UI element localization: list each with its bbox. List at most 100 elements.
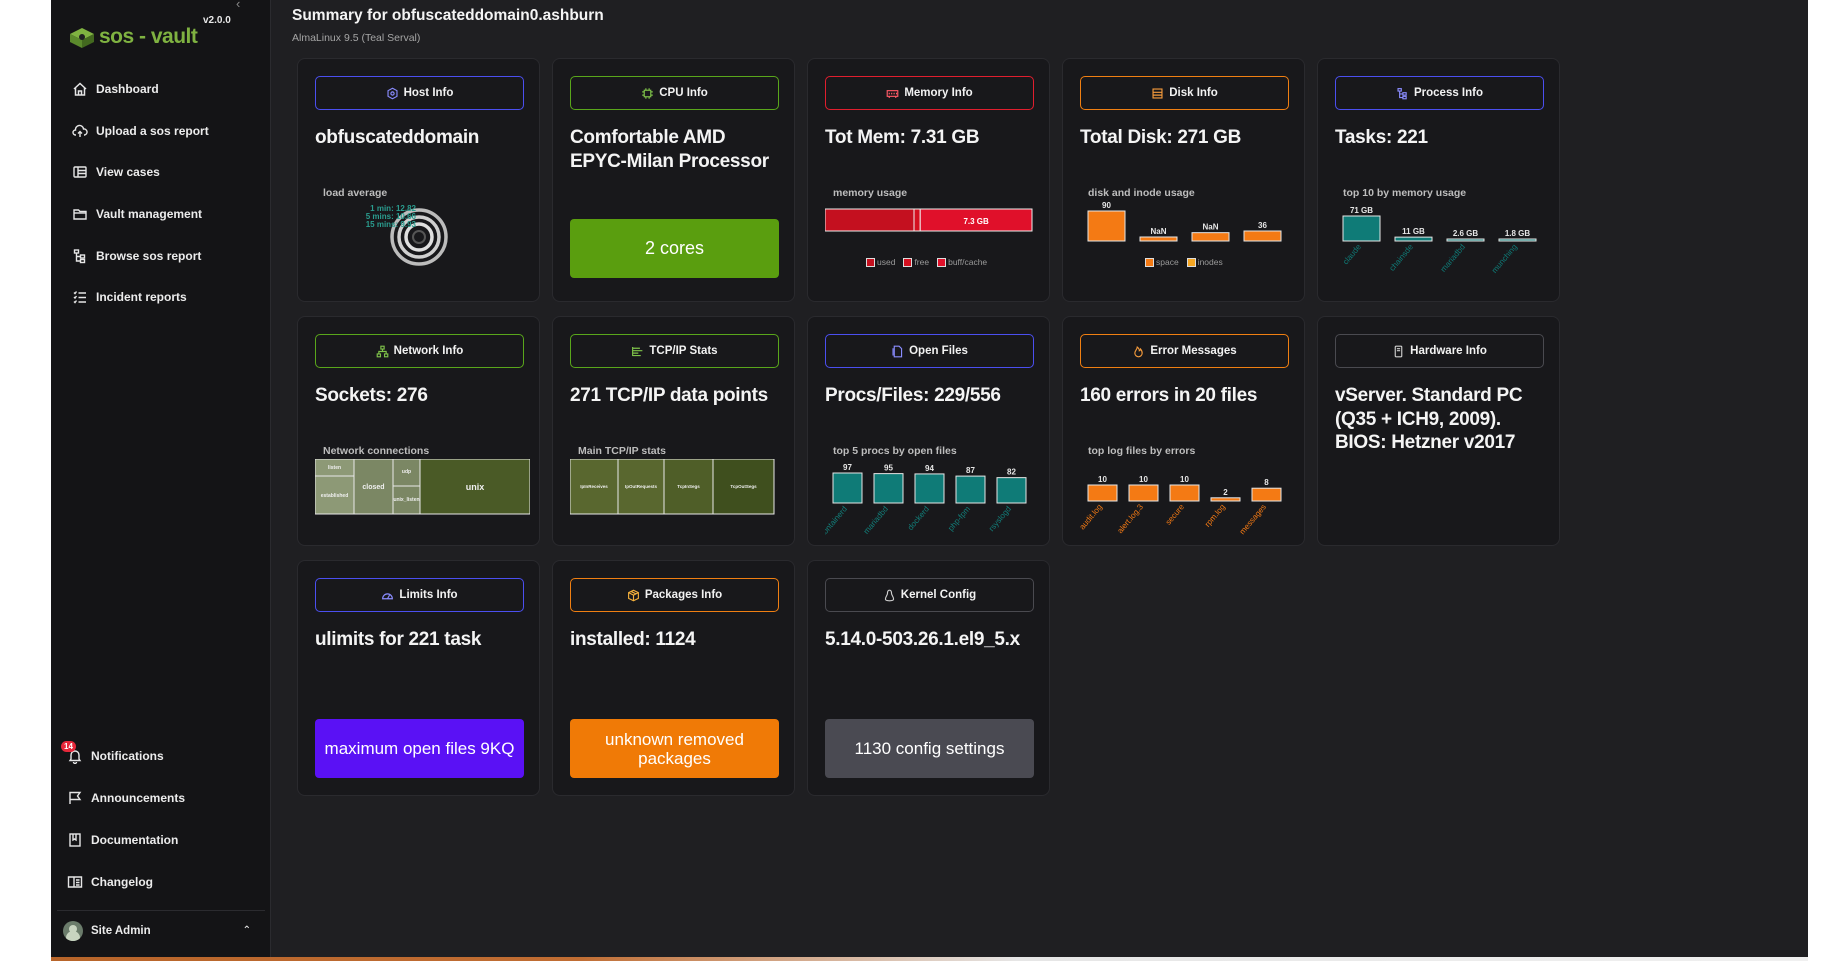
treemap-label: unix_listen [393,497,419,503]
open-files-count: Procs/Files: 229/556 [825,384,1040,408]
chart-caption: memory usage [833,187,907,199]
memory-free-bar [914,209,920,231]
app-logo[interactable]: sos - vault v2.0.0 [67,18,237,54]
chart-bar [915,474,944,503]
chart-bar [1088,485,1117,501]
treemap-label: TcpInSegs [677,484,700,489]
host-info-card: Host Info obfuscateddomain load average … [297,58,540,302]
hardware-info-button[interactable]: Hardware Info [1335,334,1544,368]
bar-category-label: containerd [825,505,849,535]
bar-value-label: 71 GB [1350,206,1373,215]
bar-category-label: rsyslogd [987,505,1013,534]
list-check-icon [71,288,89,306]
tag-label: TCP/IP Stats [649,345,717,357]
network-info-button[interactable]: Network Info [315,334,524,368]
process-memory-chart: 71 GBclaude11 GBchainsde2.6 GBmariadbd1.… [1335,199,1550,279]
network-info-card: Network Info Sockets: 276 Network connec… [297,316,540,546]
treemap-label: unix [466,482,485,492]
sidebar-item-documentation[interactable]: Documentation [66,819,261,861]
config-settings-button[interactable]: 1130 config settings [825,719,1034,778]
limits-info-button[interactable]: Limits Info [315,578,524,612]
disk-info-button[interactable]: Disk Info [1080,76,1289,110]
packages-info-button[interactable]: Packages Info [570,578,779,612]
chart-bar [997,478,1026,503]
tcpip-stats-treemap: IpInReceives IpOutRequests TcpInSegs Tcp… [570,459,785,517]
cpu-info-card: CPU Info Comfortable AMD EPYC-Milan Proc… [552,58,795,302]
chart-bar [1140,237,1177,241]
network-connections-treemap: listen established closed udp unix_liste… [315,459,530,517]
chart-bar [833,473,862,503]
chevron-up-icon[interactable]: ⌃ [243,925,251,936]
load-average-chart: 1 min: 12.82 5 mins: 10.66 15 mins: 9.93 [315,203,530,283]
sidebar-item-upload[interactable]: Upload a sos report [71,110,261,152]
process-info-card: Process Info Tasks: 221 top 10 by memory… [1317,58,1560,302]
error-messages-card: Error Messages 160 errors in 20 files to… [1062,316,1305,546]
tag-label: Host Info [404,87,454,99]
hardware-description: vServer. Standard PC (Q35 + ICH9, 2009).… [1335,384,1550,455]
legend-used: used [866,257,895,267]
bar-value-label: 2.6 GB [1453,229,1479,238]
chart-bar [1343,216,1380,241]
bar-value-label: 8 [1264,478,1269,487]
bar-value-label: 94 [925,464,934,473]
error-messages-button[interactable]: Error Messages [1080,334,1289,368]
open-files-chart: 97containerd95mariadbd94dockerd87php-fpm… [825,455,1040,535]
chart-caption: disk and inode usage [1088,187,1195,199]
sidebar-item-vault-management[interactable]: Vault management [71,193,261,235]
app-version: v2.0.0 [203,15,231,26]
avatar [63,921,83,941]
removed-packages-button[interactable]: unknown removed packages [570,719,779,778]
tag-label: Network Info [394,345,464,357]
tcpip-stats-button[interactable]: TCP/IP Stats [570,334,779,368]
svg-text:15 mins: 9.93: 15 mins: 9.93 [366,220,417,229]
max-open-files-button[interactable]: maximum open files 9KQ [315,719,524,778]
sidebar-item-view-cases[interactable]: View cases [71,151,261,193]
sidebar-item-label: Notifications [91,749,164,763]
app-window: ‹ sos - vault v2.0.0 Dashboard Upload a … [51,0,1808,957]
user-menu[interactable]: Site Admin ⌃ [57,910,265,950]
kernel-config-button[interactable]: Kernel Config [825,578,1034,612]
sidebar-item-announcements[interactable]: Announcements [66,777,261,819]
cpu-cores-button[interactable]: 2 cores [570,219,779,278]
bar-value-label: 90 [1102,201,1111,210]
package-icon [627,589,640,602]
sidebar-item-incident-reports[interactable]: Incident reports [71,276,261,318]
bar-category-label: munching [1490,243,1519,275]
sidebar-item-label: Vault management [96,207,202,221]
changelog-icon [66,873,84,891]
chart-bar [1088,211,1125,241]
treemap-label: closed [362,484,384,491]
chart-bar [1499,239,1536,241]
process-icon [1396,87,1409,100]
sidebar-item-label: Dashboard [96,82,159,96]
bar-category-label: secure [1164,502,1187,527]
chart-bar [1252,488,1281,501]
treemap-label: TcpOutSegs [730,484,757,489]
packages-info-card: Packages Info installed: 1124 unknown re… [552,560,795,796]
tag-label: Error Messages [1150,345,1236,357]
cpu-model: Comfortable AMD EPYC-Milan Processor [570,126,785,173]
sidebar-item-dashboard[interactable]: Dashboard [71,68,261,110]
folder-icon [71,205,89,223]
tree-icon [71,247,89,265]
cpu-info-button[interactable]: CPU Info [570,76,779,110]
open-files-button[interactable]: Open Files [825,334,1034,368]
app-name: sos - vault [99,25,197,49]
sidebar-item-changelog[interactable]: Changelog [66,861,261,903]
process-info-button[interactable]: Process Info [1335,76,1544,110]
bar-category-label: chainsde [1388,242,1416,273]
sidebar-item-browse-sos-report[interactable]: Browse sos report [71,235,261,277]
host-info-button[interactable]: Host Info [315,76,524,110]
chart-bar [1244,231,1281,241]
chart-bar [1192,233,1229,241]
bar-value-label: 11 GB [1402,227,1425,236]
bar-value-label: 10 [1139,475,1148,484]
socket-count: Sockets: 276 [315,384,530,408]
chevron-left-icon[interactable]: ‹ [236,0,240,11]
tag-label: Packages Info [645,589,722,601]
treemap-label: listen [328,465,341,471]
memory-info-button[interactable]: Memory Info [825,76,1034,110]
sidebar-item-notifications[interactable]: 14 Notifications [66,735,261,777]
tag-label: Memory Info [904,87,972,99]
bar-category-label: messages [1238,503,1268,537]
